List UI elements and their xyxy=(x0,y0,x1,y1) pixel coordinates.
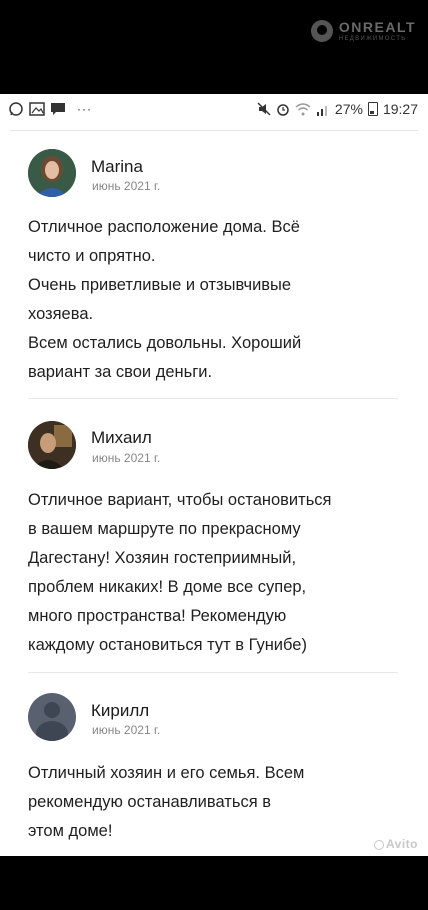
status-divider xyxy=(10,130,418,131)
avatar-photo xyxy=(28,149,76,197)
avatar-photo xyxy=(28,421,76,469)
review-date: июнь 2021 г. xyxy=(92,723,161,737)
review-line: Дагестану! Хозяин гостеприимный, xyxy=(28,549,297,567)
wifi-icon xyxy=(295,102,311,115)
avatar[interactable] xyxy=(28,149,76,197)
avatar[interactable] xyxy=(28,421,76,469)
review-line: чисто и опрятно. xyxy=(28,247,156,265)
watermark-brand: ONREALT xyxy=(338,19,416,35)
default-user-icon xyxy=(44,702,60,718)
review-line: Очень приветливые и отзывчивые xyxy=(28,276,292,294)
clock-time: 19:27 xyxy=(382,101,418,117)
review-line: вариант за свои деньги. xyxy=(28,363,213,381)
mute-icon xyxy=(257,102,271,116)
review-line: Отличный хозяин и его семья. Всем xyxy=(28,764,305,782)
avatar[interactable] xyxy=(28,693,76,741)
top-black-bar: ONREALT НЕДВИЖИМОСТЬ xyxy=(0,0,428,94)
review-divider xyxy=(28,672,398,673)
author-name[interactable]: Marina xyxy=(91,157,143,177)
review-line: каждому остановиться тут в Гунибе) xyxy=(28,636,307,654)
phone-screen: ··· 27% 19:27 xyxy=(0,94,428,856)
review-line: этом доме! xyxy=(28,822,113,840)
review-line: много пространства! Рекомендую xyxy=(28,607,287,625)
review-text: Отличное вариант, чтобы остановиться в в… xyxy=(28,486,388,660)
review-line: Отличное расположение дома. Всё xyxy=(28,218,300,236)
status-bar: ··· 27% 19:27 xyxy=(0,94,428,124)
battery-icon xyxy=(367,102,378,116)
avito-logo-icon xyxy=(373,839,384,850)
watermark-tagline: НЕДВИЖИМОСТЬ xyxy=(338,36,407,42)
onrealt-watermark: ONREALT НЕДВИЖИМОСТЬ xyxy=(310,19,416,42)
review-text: Отличное расположение дома. Всё чисто и … xyxy=(28,213,368,387)
review-line: рекомендую останавливаться в xyxy=(28,793,271,811)
bottom-black-bar xyxy=(0,856,428,910)
review-text: Отличный хозяин и его семья. Всем рекоме… xyxy=(28,759,368,846)
review-line: в вашем маршруте по прекрасному xyxy=(28,520,301,538)
image-icon xyxy=(29,102,45,116)
avito-watermark: Avito xyxy=(373,837,418,851)
review-line: Отличное вариант, чтобы остановиться xyxy=(28,491,332,509)
message-icon xyxy=(51,103,65,115)
review-divider xyxy=(28,398,398,399)
review-date: июнь 2021 г. xyxy=(92,179,161,193)
more-notifications-ellipsis: ··· xyxy=(77,102,92,116)
onrealt-logo-icon xyxy=(310,20,333,42)
alarm-icon xyxy=(277,104,289,116)
signal-icon xyxy=(316,105,327,116)
review-line: Всем остались довольны. Хороший xyxy=(28,334,302,352)
review-line: проблем никаких! В доме все супер, xyxy=(28,578,307,596)
review-line: хозяева. xyxy=(28,305,94,323)
author-name[interactable]: Михаил xyxy=(91,428,152,448)
battery-percent: 27% xyxy=(334,101,363,117)
whatsapp-icon xyxy=(9,102,23,116)
author-name[interactable]: Кирилл xyxy=(91,701,149,721)
review-date: июнь 2021 г. xyxy=(92,451,161,465)
